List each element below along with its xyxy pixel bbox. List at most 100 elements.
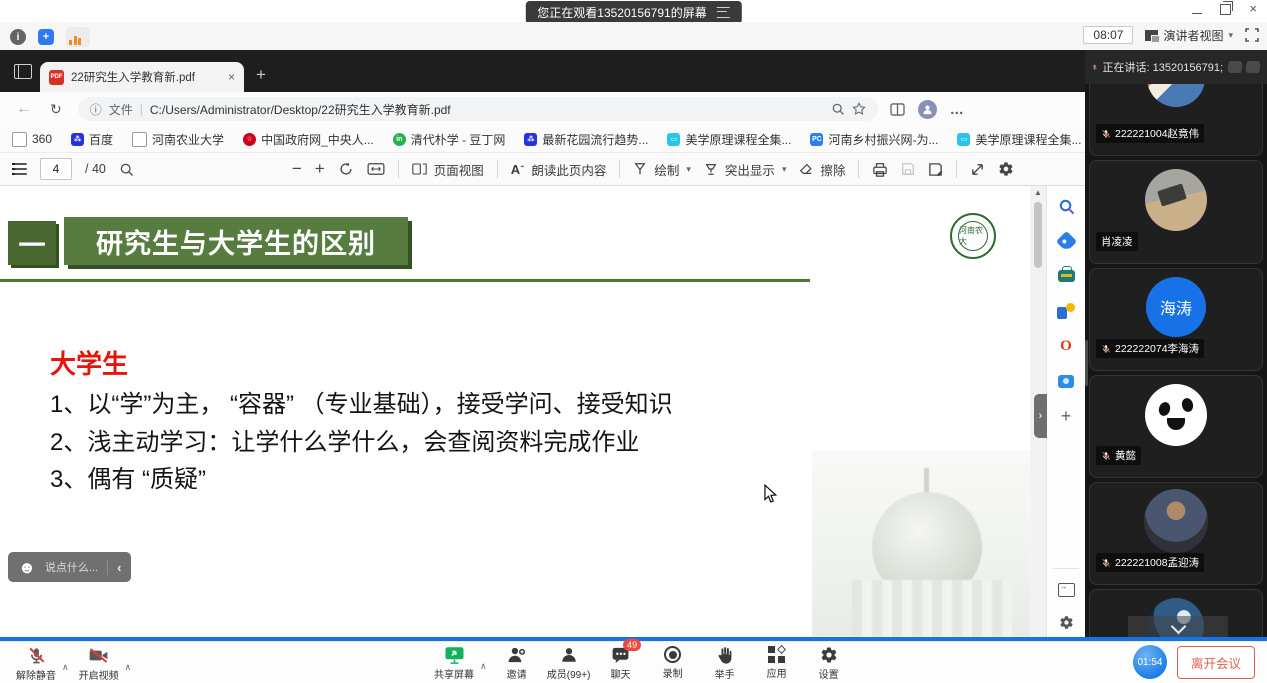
bookmark-item[interactable]: 360 <box>12 132 52 147</box>
meeting-toolbar: 解除静音 ∧ 开启视频 ∧ 共享屏幕 ∧ 邀请 成员(99+) 49 聊天 <box>0 641 1267 683</box>
new-tab-button[interactable]: + <box>256 66 266 83</box>
save-as-icon[interactable] <box>928 162 943 177</box>
view-mode-select[interactable]: 演讲者视图 ▾ <box>1145 27 1233 44</box>
share-screen-icon <box>444 646 465 664</box>
share-screen-button[interactable]: 共享屏幕 <box>432 646 476 681</box>
share-options-chevron[interactable]: ∧ <box>480 661 487 672</box>
close-button[interactable]: × <box>1249 2 1257 16</box>
bookmark-item[interactable]: ⁂最新花园流行趋势... <box>524 131 648 148</box>
raise-hand-button[interactable]: 举手 <box>703 646 747 681</box>
sidebar-panel-icon[interactable] <box>1056 580 1076 600</box>
participant-tile[interactable] <box>1089 589 1263 637</box>
tab-title: 22研究生入学教育新.pdf <box>71 69 221 85</box>
participant-tile[interactable]: 海涛 222222074李海涛 <box>1089 268 1263 371</box>
url-field[interactable]: ⓘ 文件 | C:/Users/Administrator/Desktop/22… <box>78 97 878 121</box>
page-info-icon[interactable]: ⓘ <box>90 101 102 118</box>
chat-button[interactable]: 49 聊天 <box>599 646 643 681</box>
participant-tile[interactable]: 肖凌凌 <box>1089 160 1263 264</box>
mic-options-chevron[interactable]: ∧ <box>62 662 69 673</box>
page-total: / 40 <box>85 162 106 176</box>
print-icon[interactable] <box>872 162 888 177</box>
sidebar-collapse-handle[interactable]: › <box>1034 394 1047 438</box>
sidebar-designer-icon[interactable] <box>1056 371 1076 391</box>
reaction-icons[interactable] <box>1228 61 1260 73</box>
chat-input-placeholder[interactable]: 说点什么... <box>45 559 98 575</box>
participant-tile[interactable]: 黄懿 <box>1089 375 1263 478</box>
start-video-button[interactable]: 开启视频 <box>77 646 121 682</box>
chevron-down-icon[interactable]: ▾ <box>782 164 787 175</box>
scroll-more-participants-button[interactable] <box>1128 616 1228 637</box>
back-icon[interactable]: ← <box>16 100 32 118</box>
leave-meeting-button[interactable]: 离开会议 <box>1177 646 1255 679</box>
tab-close-icon[interactable]: × <box>228 70 235 84</box>
settings-button[interactable]: 设置 <box>807 646 851 681</box>
chevron-down-icon[interactable]: ▾ <box>686 164 691 175</box>
members-button[interactable]: 成员(99+) <box>547 646 591 681</box>
url-path: C:/Users/Administrator/Desktop/22研究生入学教育… <box>150 101 824 118</box>
search-icon[interactable] <box>119 162 134 177</box>
minimize-button[interactable] <box>1192 13 1202 14</box>
zoom-in-button[interactable]: + <box>315 159 325 179</box>
fit-width-icon[interactable] <box>367 162 385 176</box>
bookmark-item[interactable]: ⁂百度 <box>71 131 113 148</box>
scrollbar-thumb[interactable] <box>1034 202 1042 268</box>
page-view-button[interactable]: 页面视图 <box>412 160 484 179</box>
browser-menu-icon[interactable]: … <box>950 101 965 117</box>
erase-button[interactable]: 擦除 <box>799 160 845 179</box>
page-icon <box>12 132 27 147</box>
watching-banner[interactable]: 您正在观看13520156791的屏幕 <box>525 1 741 24</box>
expand-icon[interactable] <box>970 162 985 177</box>
invite-button[interactable]: 邀请 <box>495 646 539 681</box>
refresh-icon[interactable]: ↻ <box>50 101 62 118</box>
zoom-page-icon[interactable] <box>831 102 845 116</box>
favorites-star-icon[interactable] <box>852 102 866 116</box>
unmute-button[interactable]: 解除静音 <box>14 646 58 682</box>
browser-tab[interactable]: PDF 22研究生入学教育新.pdf × <box>40 62 244 92</box>
bookmark-item[interactable]: ☆中国政府网_中央人... <box>243 131 374 148</box>
sidebar-search-icon[interactable] <box>1056 196 1076 216</box>
edge-sidebar: O + › <box>1046 186 1085 637</box>
bookmark-item[interactable]: ▭美学原理课程全集... <box>957 131 1081 148</box>
shield-icon[interactable]: + <box>38 29 54 45</box>
zoom-out-button[interactable]: − <box>292 159 302 179</box>
toc-icon[interactable] <box>12 163 27 175</box>
highlight-button[interactable]: 突出显示 ▾ <box>704 160 787 179</box>
sidebar-shopping-icon[interactable] <box>1056 231 1076 251</box>
bookmark-item[interactable]: in清代朴学 - 豆丁网 <box>393 131 506 148</box>
split-screen-icon[interactable] <box>890 103 905 116</box>
bookmark-item[interactable]: ▭美学原理课程全集... <box>667 131 791 148</box>
tab-actions-icon[interactable] <box>14 64 32 79</box>
browser-addressbar: ← ↻ ⓘ 文件 | C:/Users/Administrator/Deskto… <box>0 92 1085 126</box>
sidebar-office-icon[interactable]: O <box>1056 336 1076 356</box>
chat-collapse-chevron[interactable]: ‹ <box>117 560 121 575</box>
browser-window: PDF 22研究生入学教育新.pdf × + ← ↻ ⓘ 文件 | C:/Use… <box>0 50 1085 637</box>
participant-tile[interactable]: 222221008孟迎涛 <box>1089 482 1263 585</box>
rotate-icon[interactable] <box>338 161 354 177</box>
scroll-up-arrow[interactable]: ▲ <box>1030 188 1046 197</box>
page-number-input[interactable]: 4 <box>40 158 72 180</box>
apps-button[interactable]: 应用 <box>755 646 799 681</box>
draw-button[interactable]: 绘制 ▾ <box>633 160 691 179</box>
fullscreen-button[interactable] <box>1245 28 1259 42</box>
restore-button[interactable] <box>1220 4 1231 15</box>
sidebar-add-icon[interactable]: + <box>1056 406 1076 426</box>
video-options-chevron[interactable]: ∧ <box>125 662 132 673</box>
participants-scrollbar[interactable] <box>1085 340 1088 386</box>
record-button[interactable]: 录制 <box>651 646 695 681</box>
meeting-titlebar: 您正在观看13520156791的屏幕 × <box>0 0 1267 22</box>
participant-name-chip: 222222074李海涛 <box>1096 339 1204 358</box>
sidebar-settings-gear-icon[interactable] <box>1056 612 1076 632</box>
pdf-settings-gear-icon[interactable] <box>998 161 1014 177</box>
banner-menu-icon[interactable] <box>717 7 730 18</box>
network-stats-icon[interactable] <box>66 27 90 47</box>
sidebar-toolbox-icon[interactable] <box>1056 266 1076 286</box>
pdf-file-icon: PDF <box>49 70 64 85</box>
sidebar-games-icon[interactable] <box>1056 301 1076 321</box>
bookmark-item[interactable]: PC河南乡村振兴网-为... <box>810 131 938 148</box>
profile-avatar[interactable] <box>918 100 937 119</box>
bookmark-item[interactable]: 河南农业大学 <box>132 131 224 148</box>
info-icon[interactable]: i <box>10 29 26 45</box>
read-aloud-button[interactable]: A⌁ 朗读此页内容 <box>511 160 607 179</box>
chat-quick-bar[interactable]: ☻ 说点什么... ‹ <box>8 552 131 582</box>
emoji-icon[interactable]: ☻ <box>18 559 36 576</box>
